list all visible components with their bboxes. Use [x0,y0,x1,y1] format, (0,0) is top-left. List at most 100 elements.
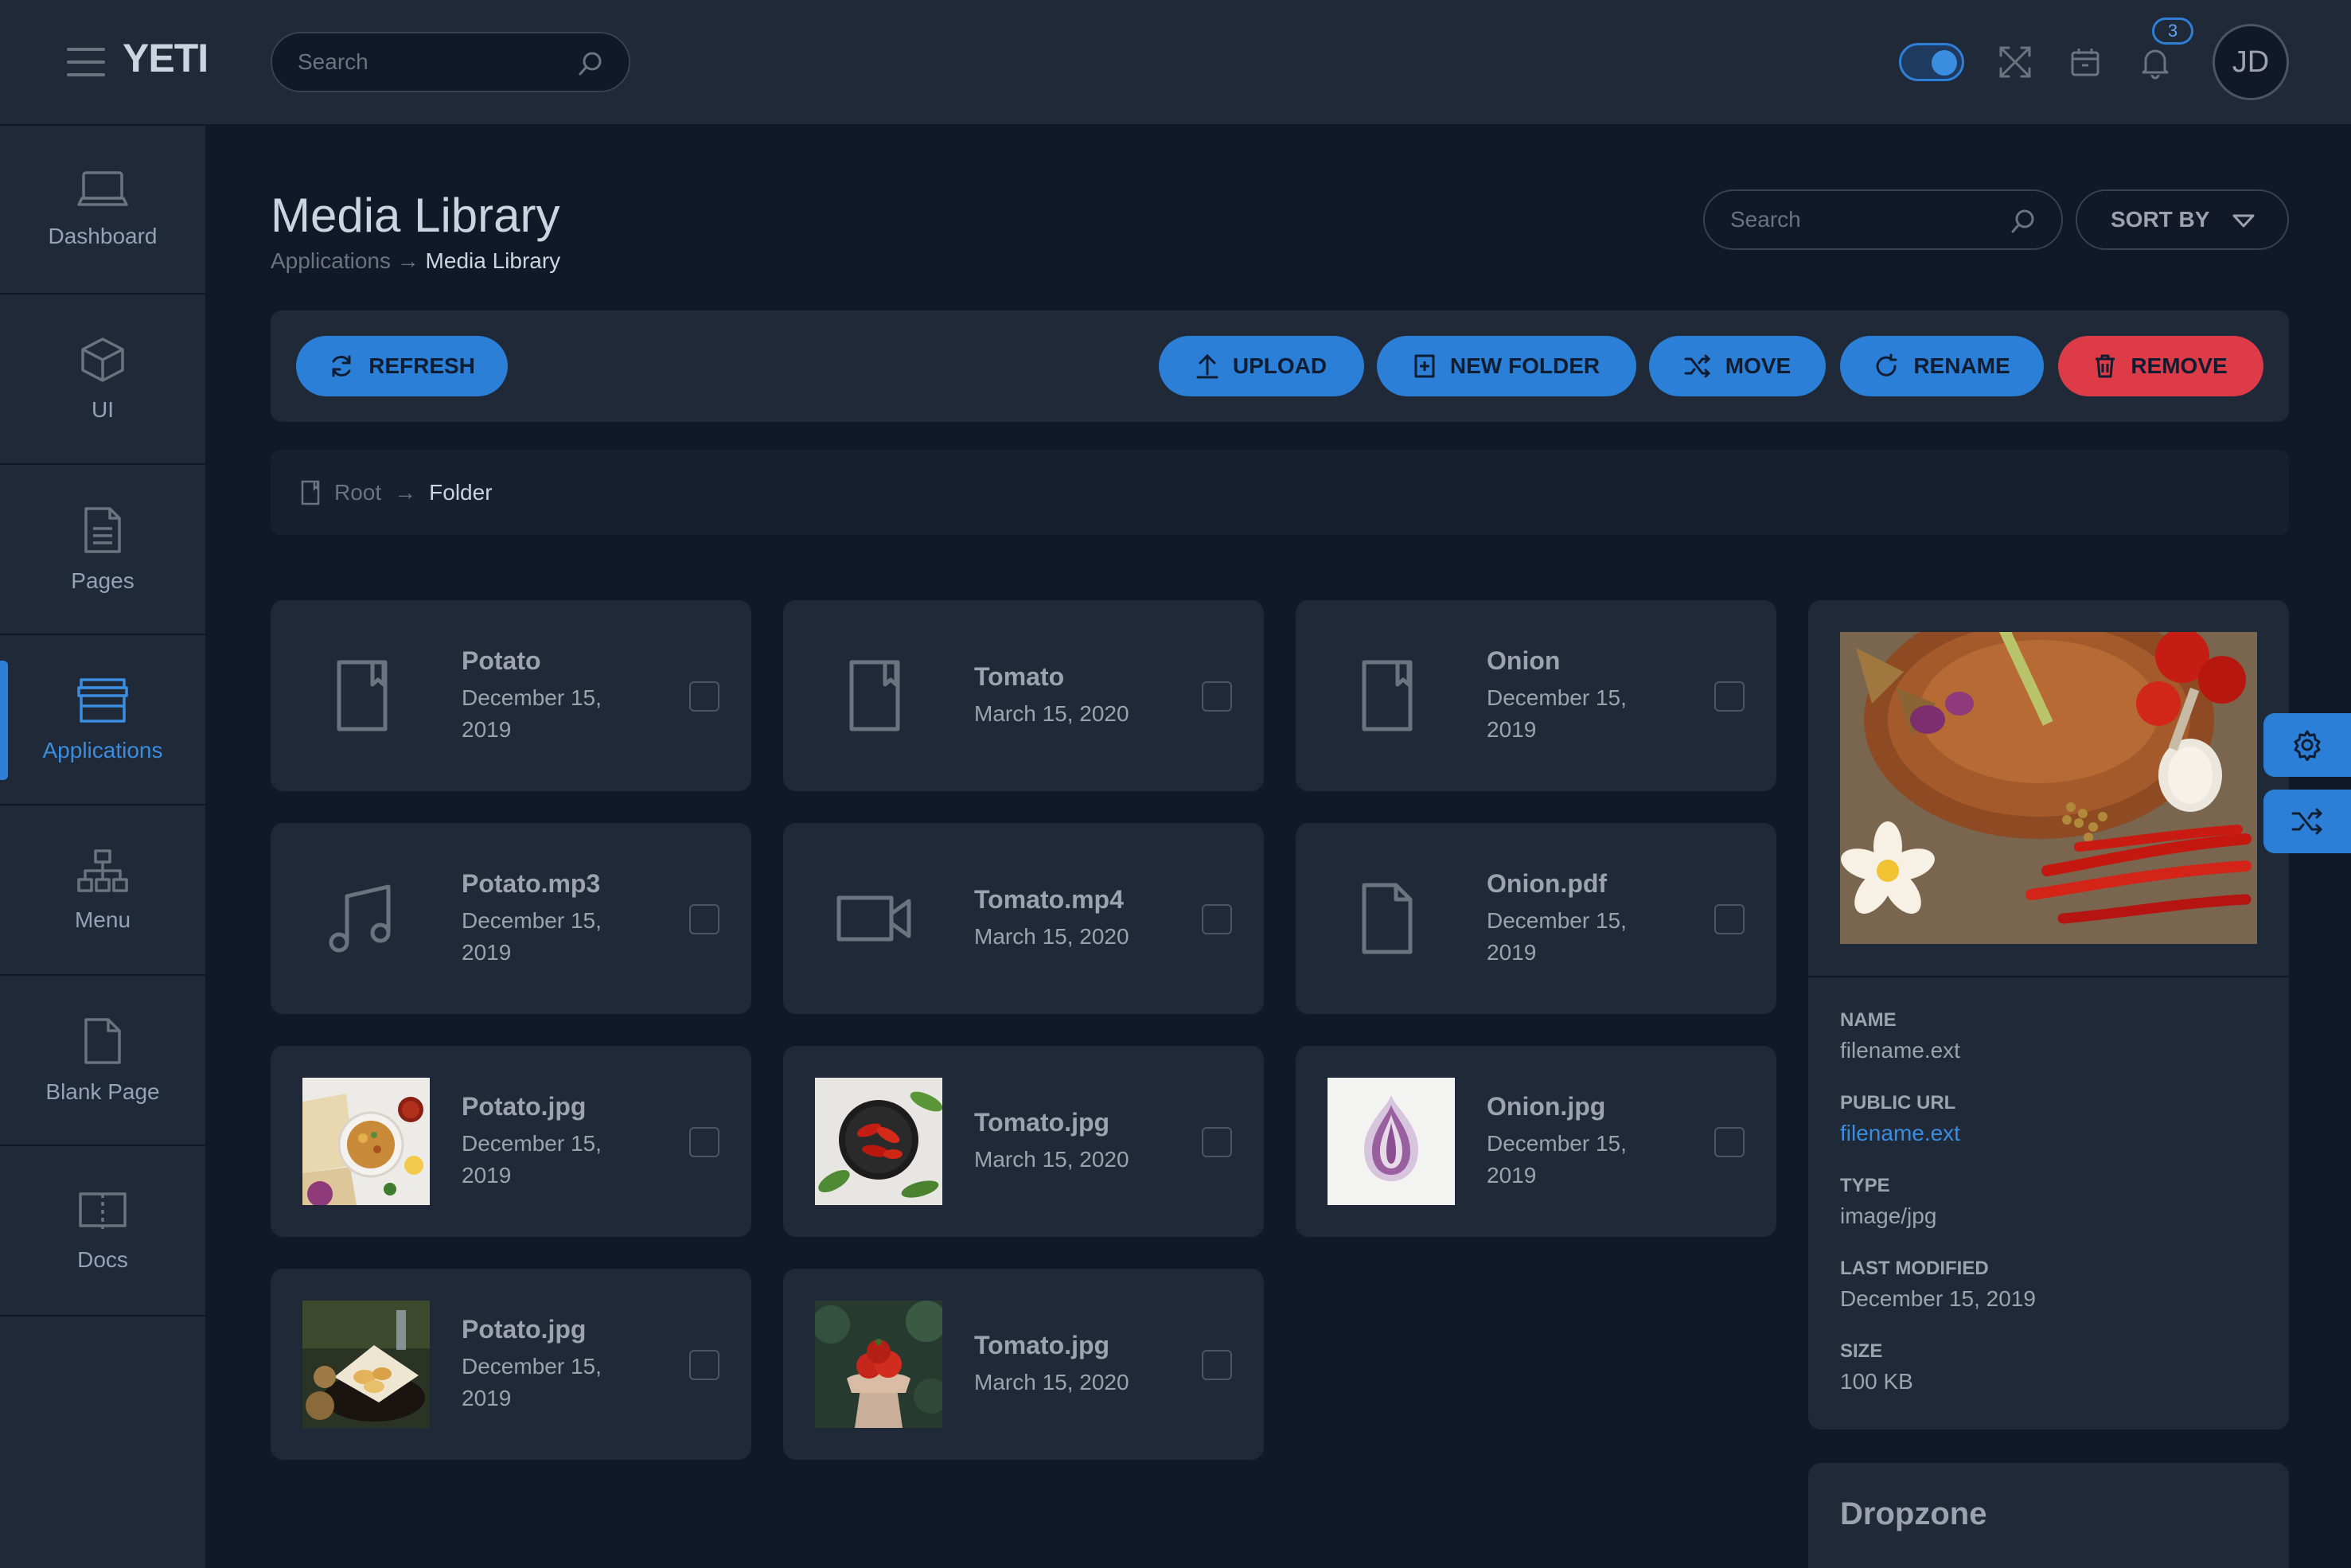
new-folder-icon [1413,353,1436,379]
file-select-checkbox[interactable] [1714,681,1745,712]
breadcrumb-current-folder: Folder [429,480,493,505]
file-name: Tomato [974,661,1065,691]
brand-logo[interactable]: YETI [123,35,209,81]
file-card[interactable]: Tomato.mp4 March 15, 2020 [783,823,1264,1014]
sidebar-item-label: UI [92,397,114,422]
sidebar-item-label: Applications [42,738,163,763]
dropzone-title: Dropzone [1840,1496,1987,1531]
sidebar-item-docs[interactable]: Docs [0,1148,205,1316]
file-select-checkbox[interactable] [1202,1127,1232,1157]
breadcrumb-root[interactable]: Root [334,480,381,505]
file-select-checkbox[interactable] [1202,681,1232,712]
page-title: Media Library [271,189,560,242]
file-card[interactable]: Onion.pdf December 15, 2019 [1296,823,1776,1014]
file-name: Potato [462,646,541,675]
file-card[interactable]: Potato.jpg December 15, 2019 [271,1046,751,1237]
tomato-hands-thumbnail [815,1301,942,1428]
rename-button[interactable]: RENAME [1840,336,2044,396]
remove-button[interactable]: REMOVE [2058,336,2263,396]
file-name: Potato.mp3 [462,868,601,898]
file-card[interactable]: Potato.mp3 December 15, 2019 [271,823,751,1014]
upload-button[interactable]: UPLOAD [1159,336,1364,396]
file-preview-image [1840,632,2257,944]
fullscreen-icon[interactable] [1998,45,2033,80]
cube-icon [80,337,125,383]
file-date: 2019 [462,1385,512,1410]
breadcrumb-parent[interactable]: Applications [271,248,391,273]
file-date: March 15, 2020 [974,700,1129,726]
chevron-down-icon [2232,213,2255,229]
divider [1808,976,2289,977]
sidebar-item-blank-page[interactable]: Blank Page [0,977,205,1146]
sidebar-item-label: Menu [74,907,131,932]
sidebar-item-pages[interactable]: Pages [0,466,205,635]
file-select-checkbox[interactable] [1714,1127,1745,1157]
sidebar-item-ui[interactable]: UI [0,296,205,465]
book-icon [78,1190,127,1233]
search-icon[interactable] [2010,209,2036,234]
file-date: December 15, [462,907,602,933]
file-select-checkbox[interactable] [689,1350,719,1380]
new-folder-button[interactable]: NEW FOLDER [1377,336,1636,396]
file-select-checkbox[interactable] [1202,1350,1232,1380]
library-search-input[interactable] [1730,191,1980,248]
dropzone-panel[interactable]: Dropzone [1808,1463,2289,1568]
file-date: 2019 [462,1162,512,1188]
user-avatar[interactable]: JD [2213,24,2289,100]
file-name: Potato.jpg [462,1091,587,1121]
file-name: Tomato.mp4 [974,884,1124,914]
hamburger-menu-icon[interactable] [67,45,105,80]
tomato-thumbnail [815,1078,942,1205]
global-search-input[interactable] [298,33,548,91]
sidebar-item-dashboard[interactable]: Dashboard [0,126,205,294]
file-select-checkbox[interactable] [689,904,719,934]
file-date: December 15, [1487,1130,1627,1156]
file-date: March 15, 2020 [974,1369,1129,1394]
file-card[interactable]: Potato.jpg December 15, 2019 [271,1269,751,1460]
sidebar-item-label: Pages [71,568,135,593]
sitemap-icon [76,848,129,893]
file-select-checkbox[interactable] [689,681,719,712]
detail-name: NAME filename.ext [1840,1009,1960,1063]
file-card[interactable]: Tomato March 15, 2020 [783,600,1264,791]
file-date: 2019 [462,939,512,965]
document-icon [83,506,123,554]
gear-icon [2291,729,2323,761]
file-card[interactable]: Potato December 15, 2019 [271,600,751,791]
file-card[interactable]: Tomato.jpg March 15, 2020 [783,1046,1264,1237]
dark-mode-toggle[interactable] [1899,43,1964,81]
file-card[interactable]: Onion December 15, 2019 [1296,600,1776,791]
file-card[interactable]: Onion.jpg December 15, 2019 [1296,1046,1776,1237]
blank-page-icon [83,1017,123,1065]
detail-size: SIZE 100 KB [1840,1340,1913,1394]
file-name: Potato.jpg [462,1314,587,1344]
file-select-checkbox[interactable] [1714,904,1745,934]
sidebar-item-label: Blank Page [45,1079,160,1104]
music-note-icon [322,879,401,958]
file-select-checkbox[interactable] [689,1127,719,1157]
refresh-button[interactable]: REFRESH [296,336,508,396]
top-bar: YETI 3 JD [0,0,2351,126]
file-name: Onion [1487,646,1561,675]
shuffle-icon [1684,354,1711,378]
file-date: 2019 [1487,716,1537,742]
sidebar: Dashboard UI Pages Applications Menu Bla… [0,126,205,1568]
public-url-link[interactable]: filename.ext [1840,1121,1960,1146]
sidebar-item-applications[interactable]: Applications [0,637,205,805]
sidebar-item-label: Dashboard [48,224,158,248]
sort-by-dropdown[interactable]: SORT BY [2076,189,2289,250]
sort-by-label: SORT BY [2111,207,2210,232]
sidebar-item-menu[interactable]: Menu [0,807,205,976]
file-icon [1347,879,1426,958]
move-button[interactable]: MOVE [1649,336,1826,396]
library-search[interactable] [1703,189,2063,250]
bell-icon[interactable] [2138,45,2173,80]
file-card[interactable]: Tomato.jpg March 15, 2020 [783,1269,1264,1460]
shuffle-float-button[interactable] [2263,790,2351,853]
search-icon[interactable] [578,51,603,76]
detail-public-url: PUBLIC URL filename.ext [1840,1092,1960,1146]
calendar-icon[interactable] [2068,45,2103,80]
settings-float-button[interactable] [2263,713,2351,777]
global-search[interactable] [271,32,630,92]
file-select-checkbox[interactable] [1202,904,1232,934]
